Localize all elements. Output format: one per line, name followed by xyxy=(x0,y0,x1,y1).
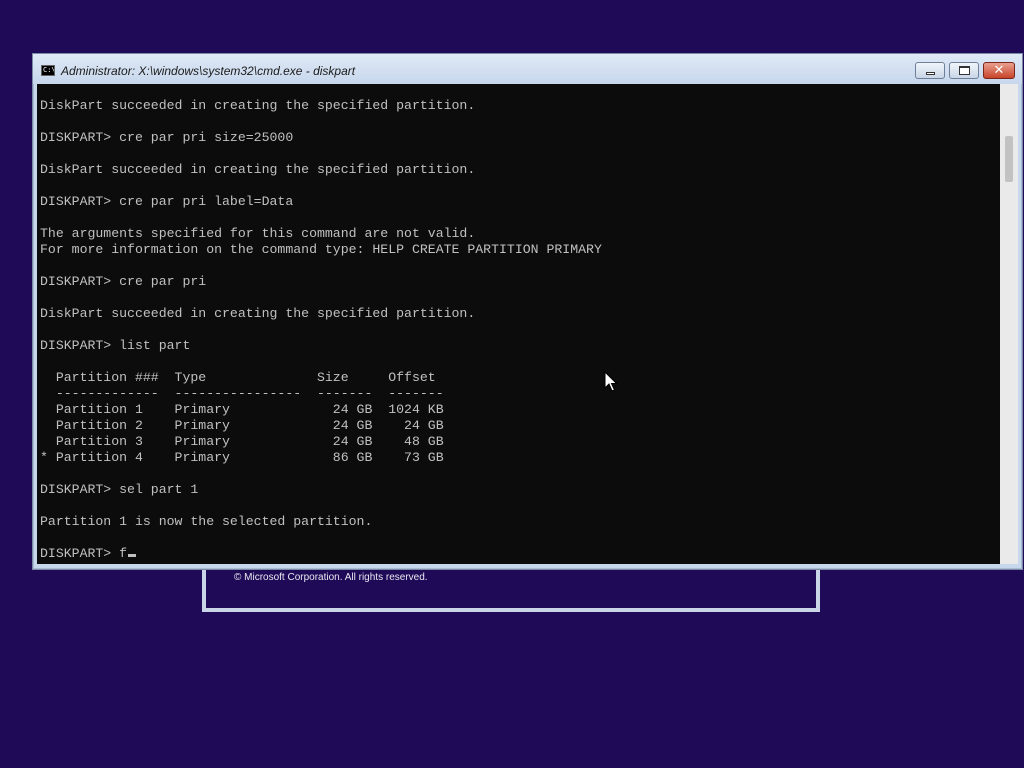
cmd-window[interactable]: C:\ Administrator: X:\windows\system32\c… xyxy=(32,53,1023,570)
console-line: Partition 3 Primary 24 GB 48 GB xyxy=(55,434,444,449)
console-line: ------------- ---------------- ------- -… xyxy=(55,386,444,401)
console-line: DiskPart succeeded in creating the speci… xyxy=(40,162,476,177)
console-lines: DiskPart succeeded in creating the speci… xyxy=(40,98,602,529)
console-line: DiskPart succeeded in creating the speci… xyxy=(40,98,476,113)
cmd-icon: C:\ xyxy=(41,65,55,76)
console-line: DISKPART> cre par pri xyxy=(40,274,207,289)
console-line: For more information on the command type… xyxy=(40,242,602,257)
vertical-scrollbar[interactable] xyxy=(1000,84,1018,564)
console-line: Partition 1 Primary 24 GB 1024 KB xyxy=(55,402,444,417)
window-title: Administrator: X:\windows\system32\cmd.e… xyxy=(61,64,356,78)
setup-copyright: © Microsoft Corporation. All rights rese… xyxy=(234,572,428,583)
maximize-icon xyxy=(959,66,970,75)
mouse-pointer-icon xyxy=(604,371,618,392)
console-line: Partition 1 is now the selected partitio… xyxy=(40,514,373,529)
console-output[interactable]: DiskPart succeeded in creating the speci… xyxy=(37,84,1000,564)
console-line: The arguments specified for this command… xyxy=(40,226,476,241)
maximize-button[interactable] xyxy=(949,62,979,79)
console-line: DISKPART> cre par pri label=Data xyxy=(40,194,294,209)
console-line: * Partition 4 Primary 86 GB 73 GB xyxy=(40,450,444,465)
scrollbar-thumb[interactable] xyxy=(1005,136,1013,182)
console-line: DISKPART> list part xyxy=(40,338,191,353)
minimize-button[interactable] xyxy=(915,62,945,79)
text-cursor xyxy=(128,554,137,557)
console-line: DISKPART> cre par pri size=25000 xyxy=(40,130,294,145)
console-line: Partition ### Type Size Offset xyxy=(55,370,436,385)
console-line: DiskPart succeeded in creating the speci… xyxy=(40,306,476,321)
console-line: Partition 2 Primary 24 GB 24 GB xyxy=(55,418,444,433)
command-prompt[interactable]: DISKPART> f xyxy=(40,546,127,561)
console-line: DISKPART> sel part 1 xyxy=(40,482,199,497)
title-bar[interactable]: C:\ Administrator: X:\windows\system32\c… xyxy=(33,54,1022,84)
console-text: DiskPart succeeded in creating the speci… xyxy=(37,84,1000,562)
close-button[interactable]: ✕ xyxy=(983,62,1015,79)
minimize-icon xyxy=(926,72,935,75)
close-icon: ✕ xyxy=(993,63,1005,78)
